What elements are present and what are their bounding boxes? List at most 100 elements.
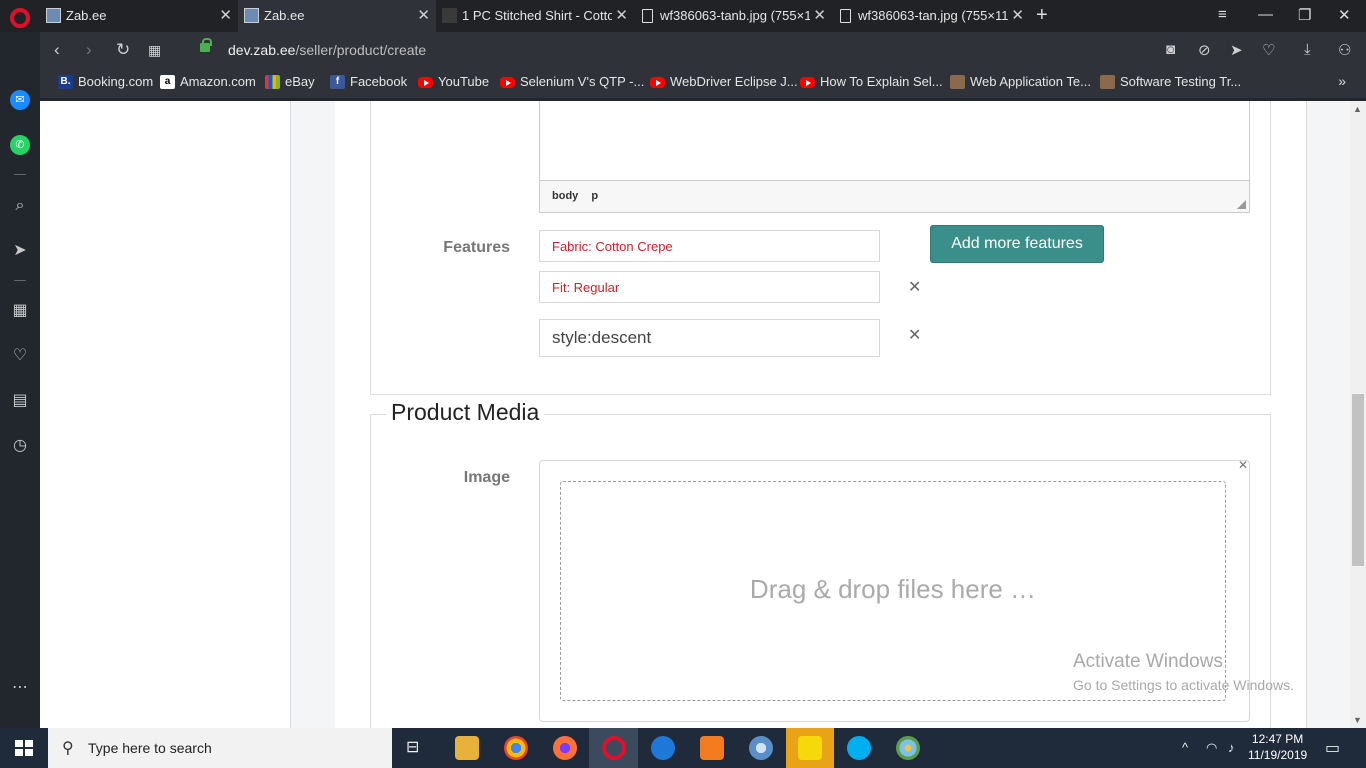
- camera-icon[interactable]: ◙: [1166, 41, 1175, 58]
- tab-zabee-1[interactable]: Zab.ee ✕: [40, 0, 238, 32]
- sticky-notes-icon[interactable]: [798, 736, 822, 760]
- task-view-icon[interactable]: ⊟: [406, 737, 419, 757]
- send-icon[interactable]: ➤: [10, 241, 30, 261]
- adblock-icon[interactable]: ⊘: [1198, 41, 1211, 59]
- scroll-up-icon[interactable]: ▲: [1353, 104, 1362, 114]
- download-icon[interactable]: ⤓: [1304, 41, 1311, 58]
- bookmark-youtube[interactable]: YouTube: [418, 74, 489, 89]
- bookmark-selenium[interactable]: Selenium V's QTP -...: [500, 74, 644, 89]
- volume-icon[interactable]: ♪: [1228, 740, 1235, 755]
- forward-icon[interactable]: ›: [86, 40, 92, 60]
- bookmark-ebay[interactable]: eBay: [265, 74, 315, 89]
- opera-icon[interactable]: [602, 736, 626, 760]
- add-more-features-button[interactable]: Add more features: [930, 225, 1104, 263]
- tab-tan-jpg[interactable]: wf386063-tan.jpg (755×11 ✕: [832, 0, 1030, 32]
- close-tab-icon[interactable]: ✕: [813, 0, 826, 32]
- search-icon[interactable]: ⌕: [10, 196, 30, 216]
- new-tab-plus-icon[interactable]: +: [1036, 4, 1048, 27]
- scroll-down-icon[interactable]: ▼: [1353, 715, 1362, 725]
- close-window-icon[interactable]: ✕: [1338, 6, 1351, 24]
- zabee-favicon-icon: [244, 8, 259, 23]
- messenger-icon[interactable]: ✉: [10, 90, 30, 110]
- feature-input-3[interactable]: style:descent: [539, 319, 880, 357]
- network-app-icon[interactable]: [749, 736, 773, 760]
- zabee-favicon-icon: [46, 8, 61, 23]
- close-tab-icon[interactable]: ✕: [219, 0, 232, 32]
- xampp-icon[interactable]: [700, 736, 724, 760]
- reload-icon[interactable]: ↻: [116, 40, 130, 60]
- close-tab-icon[interactable]: ✕: [1011, 0, 1024, 32]
- search-icon: ⚲: [62, 740, 74, 757]
- bookmark-label: Amazon.com: [180, 74, 256, 89]
- bookmark-label: YouTube: [438, 74, 490, 89]
- file-icon: [642, 9, 653, 23]
- youtube-icon: [650, 77, 665, 88]
- tab-shirt[interactable]: 1 PC Stitched Shirt - Cotton ✕: [436, 0, 634, 32]
- more-options-icon[interactable]: ⋯: [10, 678, 30, 698]
- profile-icon[interactable]: ⚇: [1338, 41, 1351, 59]
- product-media-title: Product Media: [386, 399, 545, 426]
- speed-dial-icon[interactable]: ▦: [148, 42, 161, 59]
- taskbar-search-box[interactable]: ⚲ Type here to search: [48, 728, 392, 768]
- taskbar-clock[interactable]: 12:47 PM 11/19/2019: [1248, 731, 1307, 763]
- tab-zabee-2[interactable]: Zab.ee ✕: [238, 0, 436, 32]
- bookmark-web-app[interactable]: Web Application Te...: [950, 74, 1091, 89]
- page-content: body p Features Fabric: Cotton Crepe Fit…: [40, 101, 1350, 728]
- tab-tanb-jpg[interactable]: wf386063-tanb.jpg (755×1 ✕: [634, 0, 832, 32]
- remove-feature-3-close-icon[interactable]: ✕: [908, 325, 921, 345]
- sidebar-divider: [14, 174, 26, 175]
- description-editor[interactable]: body p: [539, 101, 1250, 213]
- minimize-icon[interactable]: —: [1258, 6, 1273, 23]
- restore-icon[interactable]: ❐: [1298, 6, 1311, 24]
- feature-input-1[interactable]: Fabric: Cotton Crepe: [539, 230, 880, 262]
- news-icon[interactable]: ▤: [10, 391, 30, 411]
- ebay-icon: [265, 75, 280, 89]
- firefox-icon[interactable]: [553, 736, 577, 760]
- opera-sidebar: ✉ ✆ ⌕ ➤ ▦ ♡ ▤ ◷ ⋯: [0, 32, 40, 728]
- feature-input-2[interactable]: Fit: Regular: [539, 271, 880, 303]
- tab-label: Zab.ee: [66, 8, 107, 23]
- history-clock-icon[interactable]: ◷: [10, 436, 30, 456]
- bookmark-webdriver[interactable]: WebDriver Eclipse J...: [650, 74, 798, 89]
- opera-menu-icon[interactable]: [10, 8, 30, 28]
- resize-grip-icon[interactable]: [1237, 200, 1246, 209]
- paint-icon[interactable]: [896, 736, 920, 760]
- send-icon[interactable]: ➤: [1230, 41, 1243, 59]
- remove-feature-2-close-icon[interactable]: ✕: [908, 277, 921, 297]
- tray-chevron-up-icon[interactable]: ^: [1182, 740, 1188, 755]
- editor-path-body[interactable]: body: [552, 190, 578, 202]
- heart-icon[interactable]: ♡: [10, 346, 30, 366]
- windows-start-icon[interactable]: [15, 740, 33, 756]
- speed-dial-icon[interactable]: ▦: [10, 301, 30, 321]
- bookmark-amazon[interactable]: a Amazon.com: [160, 74, 256, 89]
- bookmark-booking[interactable]: B. Booking.com: [58, 74, 153, 89]
- notifications-icon[interactable]: ▭: [1325, 738, 1340, 758]
- whatsapp-icon[interactable]: ✆: [10, 135, 30, 155]
- tab-menu-icon[interactable]: ≡: [1218, 6, 1227, 23]
- screen: Zab.ee ✕ Zab.ee ✕ 1 PC Stitched Shirt - …: [0, 0, 1366, 768]
- bookmark-label: Web Application Te...: [970, 74, 1091, 89]
- bookmark-explain-selenium[interactable]: How To Explain Sel...: [800, 74, 943, 89]
- bookmark-label: Software Testing Tr...: [1120, 74, 1242, 89]
- skype-icon[interactable]: [847, 736, 871, 760]
- wifi-icon[interactable]: ◠: [1206, 740, 1217, 756]
- close-tab-icon[interactable]: ✕: [417, 0, 430, 32]
- url-field[interactable]: dev.zab.ee/seller/product/create: [228, 42, 426, 58]
- watermark-line-1: Activate Windows: [1073, 651, 1223, 672]
- scrollbar-thumb[interactable]: [1352, 394, 1364, 566]
- bookmark-label: Booking.com: [78, 74, 154, 89]
- close-tab-icon[interactable]: ✕: [615, 0, 628, 32]
- bookmark-label: eBay: [285, 74, 315, 89]
- clear-upload-close-icon[interactable]: ✕: [1238, 458, 1248, 472]
- file-explorer-icon[interactable]: [455, 736, 479, 760]
- page-scrollbar[interactable]: ▲ ▼: [1350, 101, 1366, 728]
- chrome-icon[interactable]: [504, 736, 528, 760]
- edge-icon[interactable]: [651, 736, 675, 760]
- editor-path-p[interactable]: p: [591, 190, 598, 202]
- more-bookmarks-icon[interactable]: »: [1338, 73, 1346, 89]
- bookmark-facebook[interactable]: f Facebook: [330, 74, 407, 89]
- heart-icon[interactable]: ♡: [1262, 41, 1275, 59]
- lock-icon: [200, 38, 212, 52]
- back-icon[interactable]: ‹: [54, 40, 60, 60]
- bookmark-software-testing[interactable]: Software Testing Tr...: [1100, 74, 1241, 89]
